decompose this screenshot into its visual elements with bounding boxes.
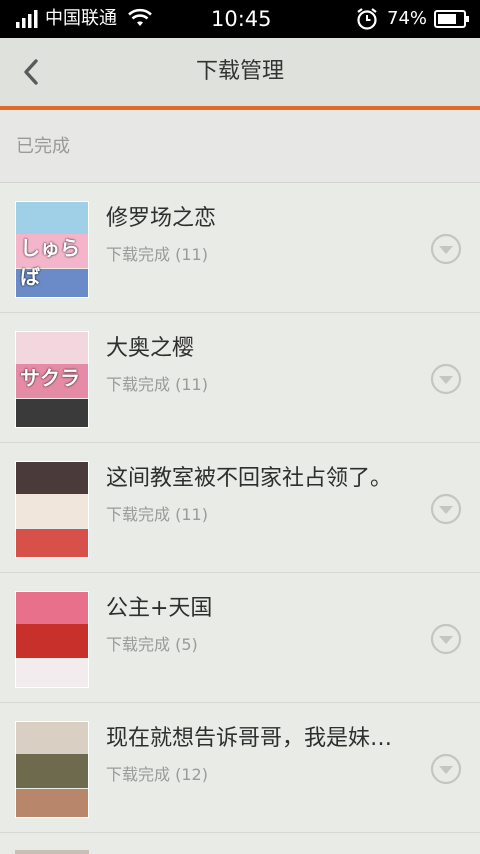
battery-percent: 74% — [387, 8, 428, 29]
carrier-name: 中国联通 — [45, 8, 117, 29]
book-cover — [15, 461, 89, 558]
item-title: 修罗场之恋 — [106, 206, 217, 231]
list-item[interactable]: しゅらば 修罗场之恋 下载完成 (11) — [0, 183, 480, 313]
book-cover: しゅらば — [15, 201, 89, 298]
download-list: しゅらば 修罗场之恋 下载完成 (11) サクラ 大奥之樱 下载完成 (11) — [0, 183, 480, 833]
book-cover — [15, 721, 89, 818]
item-status: 下载完成 (12) — [106, 765, 208, 784]
list-item[interactable]: 现在就想告诉哥哥，我是妹… 下载完成 (12) — [0, 703, 480, 833]
item-title: 公主+天国 — [106, 596, 213, 621]
cover-text: サクラ — [20, 366, 80, 390]
item-title: 这间教室被不回家社占领了。 — [106, 466, 393, 491]
item-status: 下载完成 (11) — [106, 505, 208, 524]
book-cover — [15, 591, 89, 688]
cover-text: しゅらば — [20, 236, 80, 289]
expand-circle-icon[interactable] — [430, 753, 462, 785]
clock-time: 10:45 — [211, 7, 272, 31]
book-cover: サクラ — [15, 331, 89, 428]
alarm-icon — [357, 8, 377, 30]
list-item[interactable]: サクラ 大奥之樱 下载完成 (11) — [0, 313, 480, 443]
list-item[interactable]: 公主+天国 下载完成 (5) — [0, 573, 480, 703]
wifi-icon — [128, 8, 152, 26]
expand-circle-icon[interactable] — [430, 363, 462, 395]
book-cover — [15, 850, 89, 854]
section-header-completed: 已完成 — [0, 110, 480, 183]
list-item[interactable]: 这间教室被不回家社占领了。 下载完成 (11) — [0, 443, 480, 573]
item-title: 现在就想告诉哥哥，我是妹… — [106, 726, 393, 751]
expand-circle-icon[interactable] — [430, 493, 462, 525]
signal-icon — [16, 10, 38, 28]
expand-circle-icon[interactable] — [430, 233, 462, 265]
item-status: 下载完成 (11) — [106, 245, 208, 264]
partial-list-item[interactable] — [0, 836, 480, 854]
item-title: 大奥之樱 — [106, 336, 195, 361]
battery-icon — [434, 10, 469, 28]
app-header: 下载管理 — [0, 38, 480, 110]
item-status: 下载完成 (5) — [106, 635, 198, 654]
expand-circle-icon[interactable] — [430, 623, 462, 655]
section-label: 已完成 — [16, 136, 70, 157]
page-title: 下载管理 — [195, 59, 284, 84]
status-bar: 中国联通 10:45 74% — [0, 0, 480, 38]
item-status: 下载完成 (11) — [106, 375, 208, 394]
